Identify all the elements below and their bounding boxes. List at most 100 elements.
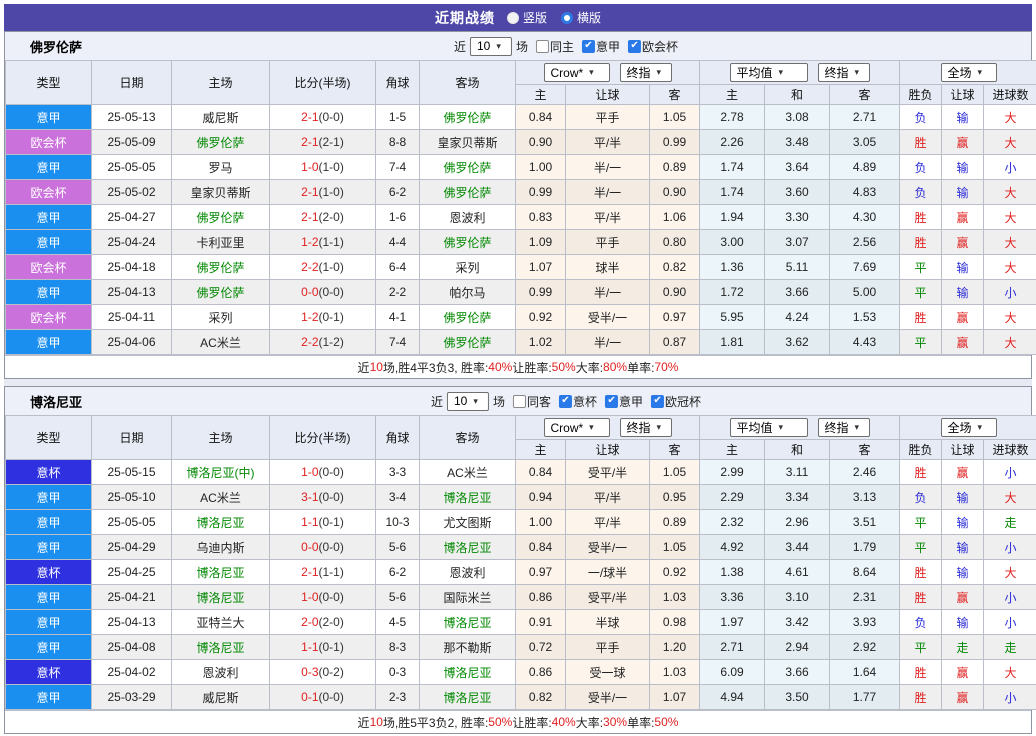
avg-home: 4.92 [700, 535, 765, 560]
avg-away: 2.56 [830, 230, 900, 255]
away-team: 采列 [420, 255, 516, 280]
filter-checkbox-欧会杯[interactable]: ✔欧会杯 [628, 38, 678, 55]
halftime-score: (0-1) [319, 515, 344, 529]
result-goals: 走 [984, 510, 1036, 535]
avg-type-select[interactable]: 平均值▾ [730, 418, 808, 437]
odds-away: 1.03 [650, 660, 700, 685]
home-team: 博洛尼亚 [172, 635, 270, 660]
avg-draw: 3.64 [765, 155, 830, 180]
match-row: 意甲25-04-06AC米兰2-2(1-2)7-4佛罗伦萨1.02半/一0.87… [6, 330, 1036, 355]
corner-score: 8-8 [376, 130, 420, 155]
avg-time-select[interactable]: 终指▾ [818, 63, 870, 82]
chevron-down-icon: ▾ [657, 68, 662, 77]
odds-away: 0.80 [650, 230, 700, 255]
result-goals: 大 [984, 180, 1036, 205]
avg-away: 3.93 [830, 610, 900, 635]
filter-checkbox-意甲[interactable]: ✔意甲 [582, 38, 620, 55]
column-subheader: 主 [700, 440, 765, 460]
halftime-score: (0-0) [319, 490, 344, 504]
checkbox-checked-icon: ✔ [628, 40, 641, 53]
halftime-score: (2-0) [319, 210, 344, 224]
chevron-down-icon: ▾ [657, 423, 662, 432]
result-outcome: 负 [900, 485, 942, 510]
avg-home: 2.78 [700, 105, 765, 130]
filter-checkbox-同客[interactable]: 同客 [513, 393, 551, 410]
filter-checkbox-欧冠杯[interactable]: ✔欧冠杯 [651, 393, 701, 410]
match-count-select[interactable]: 10▾ [447, 392, 489, 411]
chevron-down-icon: ▾ [473, 397, 478, 406]
match-type-badge: 欧会杯 [6, 305, 92, 330]
corner-score: 3-4 [376, 485, 420, 510]
avg-draw: 5.11 [765, 255, 830, 280]
odds-time-select[interactable]: 终指▾ [620, 63, 672, 82]
result-outcome: 胜 [900, 660, 942, 685]
match-type-badge: 意甲 [6, 485, 92, 510]
match-date: 25-04-21 [92, 585, 172, 610]
match-type-badge: 意甲 [6, 510, 92, 535]
column-header: 角球 [376, 416, 420, 460]
avg-home: 2.71 [700, 635, 765, 660]
match-count-select[interactable]: 10▾ [470, 37, 512, 56]
result-handicap: 赢 [942, 205, 984, 230]
avg-draw: 4.24 [765, 305, 830, 330]
filter-checkbox-同主[interactable]: 同主 [536, 38, 574, 55]
column-subheader: 主 [700, 85, 765, 105]
result-handicap: 赢 [942, 305, 984, 330]
avg-home: 6.09 [700, 660, 765, 685]
away-team: 佛罗伦萨 [420, 105, 516, 130]
avg-away: 1.79 [830, 535, 900, 560]
halftime-score: (0-0) [319, 465, 344, 479]
result-handicap: 输 [942, 510, 984, 535]
halftime-score: (1-1) [319, 565, 344, 579]
result-outcome: 负 [900, 155, 942, 180]
fulltime-score: 2-2 [301, 335, 318, 349]
odds-time-select[interactable]: 终指▾ [620, 418, 672, 437]
odds-company-select[interactable]: Crow*▾ [544, 418, 610, 437]
odds-away: 0.98 [650, 610, 700, 635]
away-team: 博洛尼亚 [420, 610, 516, 635]
away-team: 皇家贝蒂斯 [420, 130, 516, 155]
match-date: 25-04-18 [92, 255, 172, 280]
layout-radio-horizontal[interactable]: 横版 [561, 9, 601, 26]
fulltime-score: 1-2 [301, 235, 318, 249]
match-score: 2-1(0-0) [270, 105, 376, 130]
match-type-badge: 欧会杯 [6, 180, 92, 205]
match-type-badge: 意甲 [6, 330, 92, 355]
odds-home: 0.84 [516, 535, 566, 560]
fulltime-score: 1-0 [301, 160, 318, 174]
layout-radio-vertical[interactable]: 竖版 [507, 9, 547, 26]
match-score: 1-1(0-1) [270, 635, 376, 660]
result-handicap: 赢 [942, 660, 984, 685]
avg-time-select[interactable]: 终指▾ [818, 418, 870, 437]
match-row: 欧会杯25-04-18佛罗伦萨2-2(1-0)6-4采列1.07球半0.821.… [6, 255, 1036, 280]
result-goals: 小 [984, 280, 1036, 305]
chevron-down-icon: ▾ [978, 68, 983, 77]
result-outcome: 胜 [900, 585, 942, 610]
filter-checkbox-意杯[interactable]: ✔意杯 [559, 393, 597, 410]
period-select[interactable]: 全场▾ [941, 418, 997, 437]
corner-score: 6-2 [376, 180, 420, 205]
halftime-score: (1-0) [319, 160, 344, 174]
result-goals: 小 [984, 155, 1036, 180]
home-team: AC米兰 [172, 330, 270, 355]
odds-handicap: 一/球半 [566, 560, 650, 585]
result-goals: 大 [984, 255, 1036, 280]
odds-home: 1.07 [516, 255, 566, 280]
match-row: 意甲25-04-29乌迪内斯0-0(0-0)5-6博洛尼亚0.84受半/一1.0… [6, 535, 1036, 560]
avg-type-select[interactable]: 平均值▾ [730, 63, 808, 82]
match-score: 2-2(1-2) [270, 330, 376, 355]
chevron-down-icon: ▾ [978, 423, 983, 432]
corner-score: 1-5 [376, 105, 420, 130]
match-date: 25-03-29 [92, 685, 172, 710]
avg-away: 2.31 [830, 585, 900, 610]
odds-company-select[interactable]: Crow*▾ [544, 63, 610, 82]
result-outcome: 平 [900, 510, 942, 535]
corner-score: 0-3 [376, 660, 420, 685]
filter-checkbox-意甲[interactable]: ✔意甲 [605, 393, 643, 410]
period-select[interactable]: 全场▾ [941, 63, 997, 82]
corner-score: 5-6 [376, 535, 420, 560]
odds-home: 1.00 [516, 510, 566, 535]
filter-controls: 近10▾场同主✔意甲✔欧会杯 [454, 37, 678, 56]
away-team: 恩波利 [420, 560, 516, 585]
result-handicap: 赢 [942, 460, 984, 485]
